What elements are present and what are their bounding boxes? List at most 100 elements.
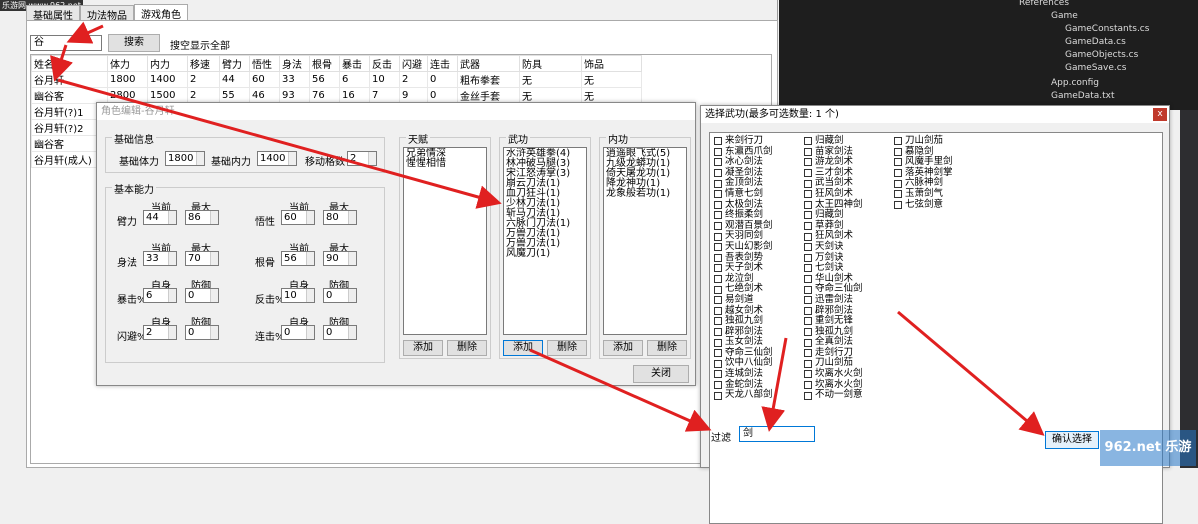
checkbox[interactable] (804, 275, 812, 284)
column-header[interactable]: 移速 (187, 55, 220, 72)
column-header[interactable]: 反击 (369, 55, 400, 72)
tab-game-characters[interactable]: 游戏角色 (134, 4, 188, 21)
counter-defense[interactable]: 0 (323, 288, 357, 303)
tree-item-gameobjects[interactable]: GameObjects.cs (1065, 49, 1138, 62)
checkbox[interactable] (804, 349, 812, 358)
checkbox[interactable] (714, 359, 722, 368)
column-header[interactable]: 内力 (147, 55, 188, 72)
column-header[interactable]: 防具 (519, 55, 582, 72)
wugong-remove-button[interactable]: 删除 (547, 340, 587, 356)
counter-self[interactable]: 10 (281, 288, 315, 303)
tree-item-references[interactable]: References (1019, 0, 1069, 10)
wis-max[interactable]: 80 (323, 210, 357, 225)
close-icon[interactable]: x (1153, 108, 1167, 121)
checkbox[interactable] (804, 222, 812, 231)
wis-current[interactable]: 60 (281, 210, 315, 225)
wugong-list[interactable]: 水浒英雄拳(4) 林冲破马腿(3) 宋江怒涛掌(3) 崩云刀法(1) 血刀狂斗(1) 少林… (503, 147, 587, 335)
column-header[interactable]: 体力 (107, 55, 148, 72)
checkbox[interactable] (804, 179, 812, 188)
skill-checkbox-item[interactable]: 狂风剑术 (804, 188, 863, 200)
checkbox[interactable] (804, 264, 812, 273)
search-input[interactable]: 谷 (30, 35, 102, 51)
checkbox[interactable] (714, 275, 722, 284)
checkbox[interactable] (804, 327, 812, 336)
neigong-list[interactable]: 逍遥眼飞式(5) 九级龙蟒功(1) 倚天屠龙功(1) 降龙神功(1) 龙象般若功(1) (603, 147, 687, 335)
tab-skills-items[interactable]: 功法物品 (80, 5, 134, 22)
skill-checkbox-item[interactable]: 天龙八部剑 (714, 390, 773, 401)
checkbox[interactable] (714, 327, 722, 336)
checkbox[interactable] (894, 200, 902, 209)
checkbox[interactable] (714, 179, 722, 188)
checkbox[interactable] (714, 253, 722, 262)
list-item[interactable]: 惺惺相惜 (406, 159, 484, 169)
basic-mp-spinner[interactable]: 1400 (257, 151, 297, 166)
column-header[interactable]: 武器 (457, 55, 520, 72)
editor-close-button[interactable]: 关闭 (633, 365, 689, 383)
checkbox[interactable] (714, 200, 722, 209)
tree-item-gamesave[interactable]: GameSave.cs (1065, 62, 1126, 75)
checkbox[interactable] (714, 349, 722, 358)
column-header[interactable]: 根骨 (309, 55, 340, 72)
tree-item-appconfig[interactable]: App.config (1051, 77, 1099, 90)
checkbox[interactable] (804, 211, 812, 220)
skill-checkbox-item[interactable]: 玉萧剑气 (894, 188, 953, 200)
checkbox[interactable] (714, 296, 722, 305)
checkbox[interactable] (894, 169, 902, 178)
checkbox[interactable] (804, 158, 812, 167)
move-spinner[interactable]: 2 (347, 151, 377, 166)
column-header[interactable]: 臂力 (219, 55, 250, 72)
str-max[interactable]: 86 (185, 210, 219, 225)
checkbox[interactable] (804, 147, 812, 156)
checkbox[interactable] (894, 147, 902, 156)
checkbox[interactable] (804, 243, 812, 252)
column-header[interactable]: 身法 (279, 55, 310, 72)
crit-defense[interactable]: 0 (185, 288, 219, 303)
filter-input[interactable]: 剑 (739, 426, 815, 442)
checkbox[interactable] (804, 285, 812, 294)
checkbox[interactable] (804, 380, 812, 389)
checkbox[interactable] (714, 317, 722, 326)
list-item[interactable]: 风魔刀(1) (506, 249, 584, 259)
checkbox[interactable] (714, 137, 722, 146)
skill-checkbox-item[interactable]: 易剑道 (714, 294, 773, 306)
str-current[interactable]: 44 (143, 210, 177, 225)
checkbox[interactable] (804, 253, 812, 262)
column-header[interactable]: 饰品 (581, 55, 642, 72)
checkbox[interactable] (894, 179, 902, 188)
combo-defense[interactable]: 0 (323, 325, 357, 340)
checkbox[interactable] (714, 222, 722, 231)
checkbox[interactable] (714, 264, 722, 273)
checkbox[interactable] (804, 317, 812, 326)
wugong-add-button[interactable]: 添加 (503, 340, 543, 356)
column-header[interactable]: 悟性 (249, 55, 280, 72)
basic-hp-spinner[interactable]: 1800 (165, 151, 205, 166)
checkbox[interactable] (714, 158, 722, 167)
dodge-self[interactable]: 2 (143, 325, 177, 340)
checkbox[interactable] (804, 200, 812, 209)
checkbox[interactable] (804, 169, 812, 178)
checkbox[interactable] (804, 359, 812, 368)
checkbox[interactable] (894, 190, 902, 199)
checkbox[interactable] (714, 169, 722, 178)
con-max[interactable]: 90 (323, 251, 357, 266)
neigong-remove-button[interactable]: 删除 (647, 340, 687, 356)
neigong-add-button[interactable]: 添加 (603, 340, 643, 356)
checkbox[interactable] (894, 158, 902, 167)
search-button[interactable]: 搜索 (108, 34, 160, 52)
checkbox[interactable] (804, 232, 812, 241)
skill-checkbox-item[interactable]: 迅雷剑法 (804, 294, 863, 306)
checkbox[interactable] (894, 137, 902, 146)
talent-add-button[interactable]: 添加 (403, 340, 443, 356)
agi-current[interactable]: 33 (143, 251, 177, 266)
column-header[interactable]: 姓名 (31, 55, 108, 72)
checkbox[interactable] (714, 391, 722, 400)
skill-checkbox-item[interactable]: 归藏剑 (804, 135, 863, 147)
skill-checkbox-item[interactable]: 刀山剑茄 (894, 135, 953, 147)
skill-checkbox-item[interactable]: 不动一剑意 (804, 390, 863, 401)
confirm-button[interactable]: 确认选择 (1045, 431, 1099, 449)
checkbox[interactable] (804, 391, 812, 400)
tree-item-gamedata-txt[interactable]: GameData.txt (1051, 90, 1115, 103)
checkbox[interactable] (714, 211, 722, 220)
list-item[interactable]: 龙象般若功(1) (606, 189, 684, 199)
combo-self[interactable]: 0 (281, 325, 315, 340)
